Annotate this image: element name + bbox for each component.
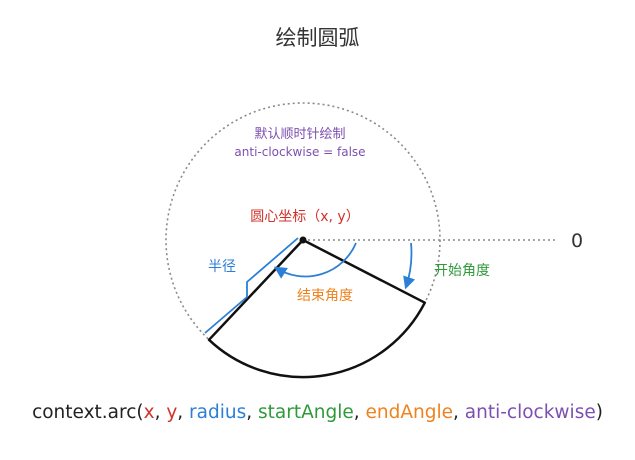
center-point (299, 236, 307, 244)
signature-separator: , (246, 402, 259, 423)
arc-sector (207, 238, 427, 379)
signature-separator: , (177, 402, 190, 423)
radius-label: 半径 (208, 259, 236, 275)
signature-end-angle: endAngle (365, 402, 454, 423)
signature-y: y (166, 402, 178, 423)
zero-angle-label: 0 (571, 230, 583, 252)
direction-label-cn: 默认顺时针绘制 (254, 126, 345, 142)
signature-separator: , (154, 402, 167, 423)
arc-diagram: 默认顺时针绘制 anti-clockwise = false 圆心坐标（x, y… (165, 102, 583, 379)
direction-label-en: anti-clockwise = false (234, 145, 365, 159)
end-angle-label: 结束角度 (297, 288, 353, 304)
function-signature: context.arc(x, y, radius, startAngle, en… (0, 402, 635, 423)
signature-separator: , (453, 402, 465, 423)
signature-anticlockwise: anti-clockwise (464, 402, 596, 423)
signature-close: ) (595, 402, 603, 423)
signature-separator: , (353, 402, 366, 423)
start-angle-label: 开始角度 (434, 263, 490, 279)
signature-x: x (143, 402, 155, 423)
radius-bracket (204, 237, 299, 334)
signature-start-angle: startAngle (258, 402, 354, 423)
center-label: 圆心坐标（x, y） (250, 209, 359, 225)
signature-func: context.arc( (32, 402, 144, 423)
signature-radius: radius (189, 402, 247, 423)
start-angle-arrow (403, 242, 416, 290)
